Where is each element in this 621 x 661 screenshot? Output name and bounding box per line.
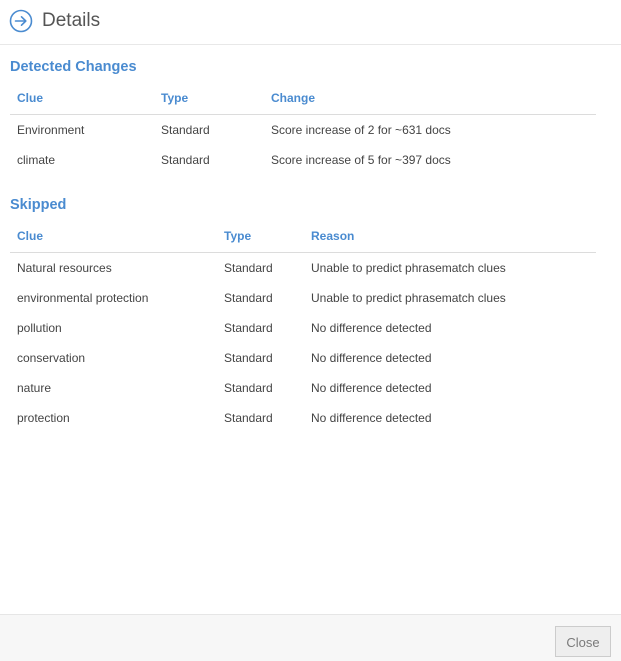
change-cell: Score increase of 5 for ~397 docs xyxy=(271,152,451,167)
column-header-reason[interactable]: Reason xyxy=(304,221,596,253)
column-header-clue[interactable]: Clue xyxy=(10,83,154,115)
skipped-table: Clue Type Reason Natural resources Stand… xyxy=(10,221,596,433)
dialog-header: Details xyxy=(0,0,621,45)
detected-changes-table: Clue Type Change Environment Standard Sc… xyxy=(10,83,596,175)
type-cell: Standard xyxy=(161,152,210,167)
clue-cell: nature xyxy=(17,380,52,395)
details-dialog: Details Detected Changes Clue Type Chang… xyxy=(0,0,621,661)
table-row: protection Standard No difference detect… xyxy=(10,403,596,433)
table-row: pollution Standard No difference detecte… xyxy=(10,313,596,343)
column-header-type[interactable]: Type xyxy=(154,83,264,115)
table-row: Environment Standard Score increase of 2… xyxy=(10,114,596,145)
type-cell: Standard xyxy=(161,122,210,137)
type-cell: Standard xyxy=(224,290,273,305)
table-row: conservation Standard No difference dete… xyxy=(10,343,596,373)
reason-cell: No difference detected xyxy=(311,410,432,425)
reason-cell: Unable to predict phrasematch clues xyxy=(311,260,506,275)
table-row: environmental protection Standard Unable… xyxy=(10,283,596,313)
dialog-footer: Close xyxy=(0,614,621,661)
detected-changes-title: Detected Changes xyxy=(10,59,137,75)
table-row: climate Standard Score increase of 5 for… xyxy=(10,145,596,175)
reason-cell: No difference detected xyxy=(311,350,432,365)
clue-cell: Environment xyxy=(17,122,85,137)
column-header-change[interactable]: Change xyxy=(264,83,596,115)
reason-cell: No difference detected xyxy=(311,320,432,335)
clue-cell: pollution xyxy=(17,320,62,335)
table-header-row: Clue Type Change xyxy=(10,83,596,115)
type-cell: Standard xyxy=(224,260,273,275)
table-header-row: Clue Type Reason xyxy=(10,221,596,253)
type-cell: Standard xyxy=(224,410,273,425)
skipped-title: Skipped xyxy=(10,197,67,213)
clue-cell: climate xyxy=(17,152,56,167)
close-button[interactable]: Close xyxy=(555,626,611,657)
dialog-title: Details xyxy=(42,10,101,31)
table-row: Natural resources Standard Unable to pre… xyxy=(10,252,596,283)
arrow-right-circle-icon xyxy=(9,9,33,33)
type-cell: Standard xyxy=(224,380,273,395)
clue-cell: protection xyxy=(17,410,70,425)
clue-cell: environmental protection xyxy=(17,290,149,305)
column-header-clue[interactable]: Clue xyxy=(10,221,217,253)
reason-cell: Unable to predict phrasematch clues xyxy=(311,290,506,305)
change-cell: Score increase of 2 for ~631 docs xyxy=(271,122,451,137)
column-header-type[interactable]: Type xyxy=(217,221,304,253)
clue-cell: conservation xyxy=(17,350,86,365)
clue-cell: Natural resources xyxy=(17,260,112,275)
type-cell: Standard xyxy=(224,320,273,335)
reason-cell: No difference detected xyxy=(311,380,432,395)
table-row: nature Standard No difference detected xyxy=(10,373,596,403)
type-cell: Standard xyxy=(224,350,273,365)
